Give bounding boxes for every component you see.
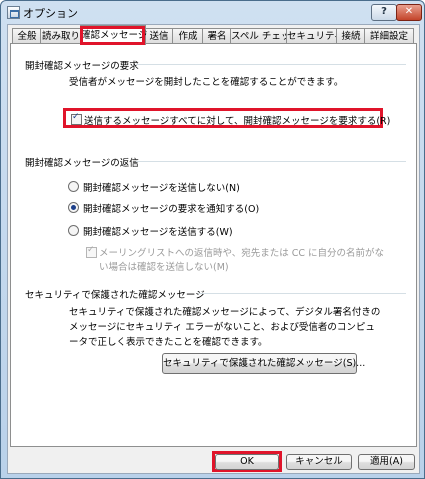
radio-always-send-label[interactable]: 開封確認メッセージを送信する(W): [83, 224, 233, 238]
return-section-title: 開封確認メッセージの返信: [25, 158, 139, 169]
secure-section-divider: [198, 293, 406, 294]
mail-app-icon: [7, 6, 20, 19]
secure-desc-line1: セキュリティで保護された確認メッセージによって、デジタル署名付きの: [69, 307, 381, 318]
tab-highlight-box: [80, 26, 145, 45]
tab-read[interactable]: 読み取り: [40, 28, 82, 44]
radio-never-send[interactable]: [68, 181, 79, 192]
request-section-description: 受信者がメッセージを開封したことを確認することができます。: [69, 77, 344, 88]
secure-desc-line3: ータで正しく表示できたことを確認できます。: [69, 337, 268, 348]
secure-desc-line2: メッセージにセキュリティ エラーがないこと、および受信者のコンピュ: [69, 322, 375, 333]
request-receipt-checkbox[interactable]: [71, 112, 82, 125]
tab-general[interactable]: 全般: [12, 28, 42, 44]
close-button[interactable]: ✕: [396, 4, 422, 21]
request-section-title: 開封確認メッセージの要求: [25, 61, 139, 72]
window-title: オプション: [23, 7, 78, 20]
secure-section-title: セキュリティで保護された確認メッセージ: [25, 290, 205, 301]
apply-button[interactable]: 適用(A): [358, 454, 415, 470]
tab-connection[interactable]: 接続: [336, 28, 366, 44]
tab-compose[interactable]: 作成: [172, 28, 204, 44]
tab-strip: 全般 読み取り 確認メッセージ 送信 作成 署名 スペル チェック セキュリティ…: [8, 25, 419, 45]
secure-receipts-button[interactable]: セキュリティで保護された確認メッセージ(S)...: [162, 353, 365, 374]
help-button[interactable]: ?: [371, 4, 397, 21]
tab-security[interactable]: セキュリティ: [286, 28, 343, 44]
tab-send[interactable]: 送信: [144, 28, 174, 44]
receipts-page: 開封確認メッセージの要求 受信者がメッセージを開封したことを確認することができま…: [10, 43, 417, 447]
radio-notify-label[interactable]: 開封確認メッセージの要求を通知する(O): [83, 201, 259, 215]
ok-button[interactable]: OK: [215, 454, 279, 470]
request-section-divider: [136, 64, 406, 65]
radio-always-send[interactable]: [68, 225, 79, 236]
radio-never-send-label[interactable]: 開封確認メッセージを送信しない(N): [83, 180, 240, 194]
tab-signatures[interactable]: 署名: [202, 28, 232, 44]
options-dialog: オプション ? ✕ 全般 読み取り 確認メッセージ 送信 作成 署名 スペル チ…: [0, 0, 425, 479]
title-bar[interactable]: オプション ? ✕: [1, 1, 424, 23]
cancel-button[interactable]: キャンセル: [286, 454, 352, 470]
tab-advanced[interactable]: 詳細設定: [364, 28, 414, 44]
request-receipt-label[interactable]: 送信するメッセージすべてに対して、開封確認メッセージを要求する(R): [84, 113, 390, 127]
tab-spelling[interactable]: スペル チェック: [230, 28, 300, 44]
mailing-list-label-line2[interactable]: い場合は確認を送信しない(M): [99, 259, 229, 273]
radio-notify[interactable]: [68, 202, 79, 213]
mailing-list-label-line1[interactable]: メーリングリストへの返信時や、宛先または CC に自分の名前がな: [99, 245, 384, 259]
return-section-divider: [136, 161, 406, 162]
mailing-list-checkbox[interactable]: [86, 245, 97, 258]
dialog-client: 全般 読み取り 確認メッセージ 送信 作成 署名 スペル チェック セキュリティ…: [7, 24, 420, 474]
